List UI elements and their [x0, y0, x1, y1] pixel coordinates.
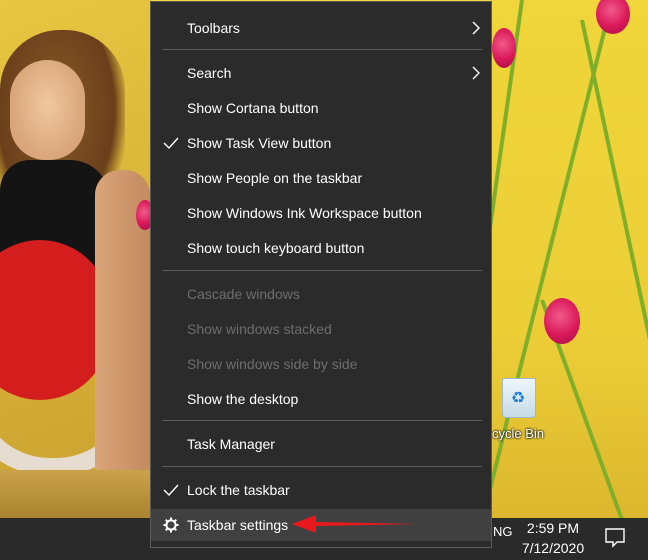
menu-item-label: Show Task View button	[187, 135, 332, 151]
menu-item-show-cortana-button[interactable]: Show Cortana button	[151, 92, 491, 124]
clock-time[interactable]: 2:59 PM	[505, 520, 601, 536]
menu-item-task-manager[interactable]: Task Manager	[151, 428, 491, 460]
wallpaper-floor	[0, 470, 152, 520]
recycle-bin-label[interactable]: cycle Bin	[492, 426, 544, 441]
menu-item-show-touch-keyboard[interactable]: Show touch keyboard button	[151, 232, 491, 264]
wallpaper-rose	[544, 298, 580, 344]
menu-item-label: Cascade windows	[187, 286, 300, 302]
menu-item-label: Toolbars	[187, 20, 240, 36]
menu-item-label: Show Cortana button	[187, 100, 319, 116]
menu-item-show-windows-stacked: Show windows stacked	[151, 313, 491, 345]
wallpaper-rose	[596, 0, 630, 34]
menu-item-label: Task Manager	[187, 436, 275, 452]
taskbar-context-menu: Toolbars Search Show Cortana button Show…	[150, 1, 492, 548]
recycle-symbol-icon: ♻	[510, 388, 526, 407]
menu-item-label: Taskbar settings	[187, 517, 289, 533]
menu-item-show-the-desktop[interactable]: Show the desktop	[151, 383, 491, 415]
menu-item-label: Search	[187, 65, 232, 81]
checkmark-icon	[163, 484, 179, 497]
wallpaper-vine	[474, 0, 614, 544]
wallpaper-rose	[492, 28, 516, 68]
menu-item-label: Lock the taskbar	[187, 482, 290, 498]
wallpaper-vine	[580, 19, 648, 530]
menu-item-cascade-windows: Cascade windows	[151, 278, 491, 310]
clock-date[interactable]: 7/12/2020	[505, 540, 601, 556]
menu-item-label: Show Windows Ink Workspace button	[187, 205, 422, 221]
menu-item-search[interactable]: Search	[151, 57, 491, 89]
menu-item-label: Show the desktop	[187, 391, 299, 407]
menu-item-show-windows-side-by-side: Show windows side by side	[151, 348, 491, 380]
menu-item-toolbars[interactable]: Toolbars	[151, 12, 491, 44]
menu-separator	[162, 420, 482, 421]
checkmark-icon	[163, 137, 179, 150]
menu-item-label: Show touch keyboard button	[187, 240, 365, 256]
action-center-icon[interactable]	[600, 522, 630, 552]
gear-icon	[163, 517, 179, 533]
chevron-right-icon	[472, 21, 480, 35]
menu-item-show-task-view-button[interactable]: Show Task View button	[151, 127, 491, 159]
annotation-arrow-icon	[292, 515, 418, 533]
menu-separator	[162, 49, 482, 50]
menu-item-show-people[interactable]: Show People on the taskbar	[151, 162, 491, 194]
menu-separator	[162, 466, 482, 467]
menu-item-label: Show People on the taskbar	[187, 170, 363, 186]
wallpaper-figure-face	[10, 60, 85, 160]
wallpaper-photo	[0, 0, 152, 520]
recycle-bin-icon[interactable]: ♻	[494, 372, 546, 420]
menu-item-label: Show windows stacked	[187, 321, 332, 337]
menu-separator	[162, 270, 482, 271]
menu-item-lock-the-taskbar[interactable]: Lock the taskbar	[151, 474, 491, 506]
menu-item-show-windows-ink[interactable]: Show Windows Ink Workspace button	[151, 197, 491, 229]
chevron-right-icon	[472, 66, 480, 80]
menu-item-label: Show windows side by side	[187, 356, 358, 372]
